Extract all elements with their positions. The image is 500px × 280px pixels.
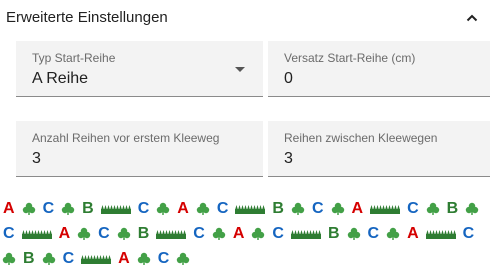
clover-icon <box>137 246 151 271</box>
start-row-type-value: A Reihe <box>32 70 89 87</box>
row-letter: A <box>58 224 71 242</box>
clover-icon <box>196 196 210 221</box>
row-letter: B <box>23 249 35 267</box>
start-row-offset-value: 0 <box>284 70 293 87</box>
start-row-offset-field[interactable]: Versatz Start-Reihe (cm) 0 <box>268 41 490 97</box>
pattern-row: BCAC <box>0 246 500 271</box>
row-letter: A <box>351 199 364 217</box>
dropdown-caret-icon[interactable] <box>235 67 245 72</box>
row-letter: C <box>3 224 15 242</box>
clover-icon <box>77 221 91 246</box>
grass-path-icon <box>100 196 131 221</box>
clover-icon <box>156 196 170 221</box>
start-row-type-label: Typ Start-Reihe <box>32 51 116 65</box>
grass-path-icon <box>21 221 52 246</box>
row-letter: C <box>462 224 475 242</box>
row-letter: A <box>232 224 245 242</box>
clover-icon <box>426 196 440 221</box>
advanced-settings-header[interactable]: Erweiterte Einstellungen <box>0 0 500 36</box>
start-row-offset-label: Versatz Start-Reihe (cm) <box>284 51 416 65</box>
grass-path-icon <box>156 221 187 246</box>
row-letter: C <box>157 249 170 267</box>
row-letter: C <box>98 224 110 242</box>
rows-before-first-path-field[interactable]: Anzahl Reihen vor erstem Kleeweg 3 <box>16 121 263 177</box>
row-letter: C <box>407 199 419 217</box>
start-row-type-select[interactable]: Typ Start-Reihe A Reihe <box>16 41 263 97</box>
clover-icon <box>251 221 265 246</box>
row-letter: C <box>367 224 380 242</box>
row-letter: A <box>177 199 189 217</box>
grass-path-icon <box>81 246 112 271</box>
clover-icon <box>42 246 56 271</box>
row-letter: C <box>42 199 55 217</box>
rows-before-first-path-value: 3 <box>32 150 41 167</box>
rows-between-paths-field[interactable]: Reihen zwischen Kleewegen 3 <box>268 121 490 177</box>
row-letter: B <box>137 224 150 242</box>
grass-path-icon <box>290 221 321 246</box>
clover-icon <box>61 196 75 221</box>
row-letter: B <box>446 199 459 217</box>
row-letter: C <box>216 199 229 217</box>
grass-path-icon <box>370 196 401 221</box>
section-title: Erweiterte Einstellungen <box>6 9 168 26</box>
row-letter: C <box>311 199 324 217</box>
row-letter: A <box>118 249 130 267</box>
clover-icon <box>291 196 305 221</box>
clover-icon <box>176 246 190 271</box>
grass-path-icon <box>425 221 456 246</box>
row-pattern-preview: ACBCACBCACBCACBCACBCACBCAC <box>0 196 500 271</box>
clover-icon <box>2 246 16 271</box>
clover-icon <box>212 221 226 246</box>
clover-icon <box>347 221 361 246</box>
row-letter: C <box>137 199 150 217</box>
rows-before-first-path-label: Anzahl Reihen vor erstem Kleeweg <box>32 131 220 145</box>
row-letter: A <box>3 199 15 217</box>
row-letter: B <box>82 199 94 217</box>
row-letter: C <box>62 249 75 267</box>
rows-between-paths-value: 3 <box>284 150 293 167</box>
clover-icon <box>117 221 131 246</box>
row-letter: B <box>327 224 340 242</box>
rows-between-paths-label: Reihen zwischen Kleewegen <box>284 131 438 145</box>
row-letter: A <box>407 224 419 242</box>
grass-path-icon <box>235 196 266 221</box>
row-letter: C <box>193 224 205 242</box>
clover-icon <box>465 196 479 221</box>
chevron-up-icon[interactable] <box>464 10 480 26</box>
clover-icon <box>331 196 345 221</box>
row-letter: C <box>272 224 284 242</box>
clover-icon <box>22 196 36 221</box>
clover-icon <box>386 221 400 246</box>
pattern-row: ACBCACBCACB <box>0 196 500 221</box>
pattern-row: CACBCACBCAC <box>0 221 500 246</box>
row-letter: B <box>272 199 284 217</box>
